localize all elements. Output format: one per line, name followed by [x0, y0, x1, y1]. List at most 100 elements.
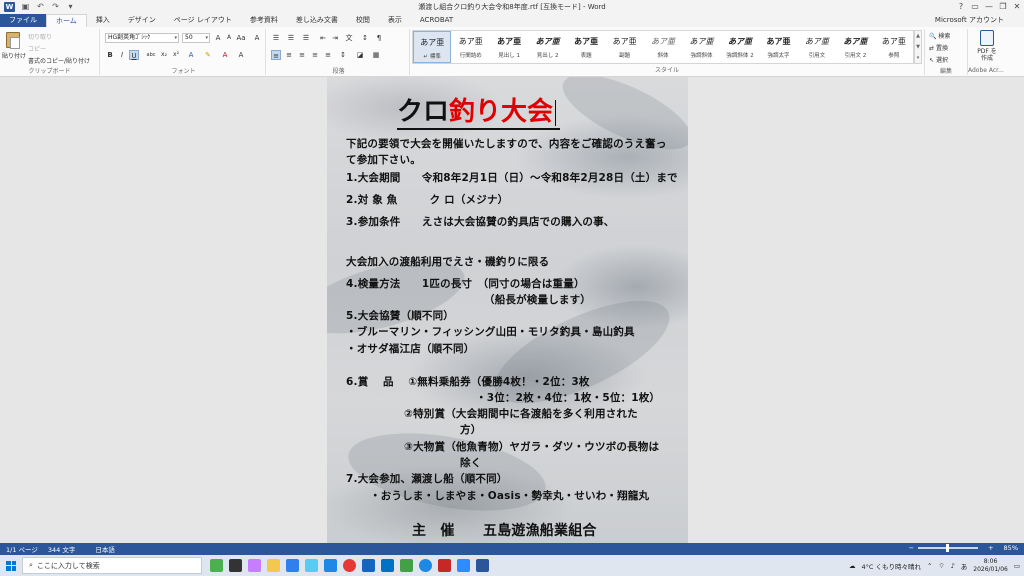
styles-scroll[interactable]: ▲ ▼ ▾	[914, 30, 922, 64]
style-intense-emphasis[interactable]: あア亜 強調斜体	[682, 31, 720, 63]
app-icon[interactable]	[400, 559, 413, 572]
weather-icon[interactable]: ☁	[849, 562, 856, 570]
text-effects-icon[interactable]: A	[186, 50, 196, 60]
tab-home[interactable]: ホーム	[46, 14, 87, 27]
zoom-slider[interactable]	[918, 544, 979, 552]
replace-button[interactable]: ⇄ 置換	[929, 43, 948, 52]
app-icon[interactable]	[343, 559, 356, 572]
style-subtitle[interactable]: あア亜 副題	[605, 31, 643, 63]
grow-font-icon[interactable]: A	[213, 33, 223, 43]
undo-icon[interactable]: ↶	[36, 2, 45, 11]
style-heading-1[interactable]: あア亜 見出し 1	[490, 31, 528, 63]
weather-text[interactable]: 4°C くもり時々晴れ	[862, 561, 922, 571]
account-link[interactable]: Microsoft アカウント	[935, 15, 1004, 25]
notification-icon[interactable]: ▭	[1014, 562, 1020, 570]
app-icon[interactable]	[362, 559, 375, 572]
tab-insert[interactable]: 挿入	[87, 14, 119, 27]
clock[interactable]: 8:06 2026/01/06	[973, 558, 1008, 574]
format-painter-button[interactable]: 書式のコピー/貼り付け	[28, 56, 90, 65]
pdf-icon[interactable]	[980, 30, 994, 46]
tab-references[interactable]: 参考資料	[241, 14, 287, 27]
strikethrough-icon[interactable]: abc	[146, 50, 156, 60]
clear-formatting-icon[interactable]: A	[252, 33, 262, 43]
task-view-icon[interactable]	[229, 559, 242, 572]
font-name-combo[interactable]: HG創英角ｺﾞｼｯｸ ▾	[105, 33, 179, 43]
style-intense-emphasis-2[interactable]: あア亜 強調斜体 2	[721, 31, 759, 63]
zoom-out-icon[interactable]: −	[909, 544, 914, 552]
document-page[interactable]: クロ釣り大会 下記の要領で大会を開催いたしますので、内容をご確認のうえ奮っ て参…	[327, 77, 688, 543]
style-title[interactable]: あア亜 表題	[567, 31, 605, 63]
increase-indent-icon[interactable]: ⇥	[330, 33, 340, 43]
minimize-button[interactable]: —	[982, 0, 996, 13]
language[interactable]: 日本語	[95, 544, 115, 554]
volume-icon[interactable]: ♪	[951, 562, 955, 570]
distributed-icon[interactable]: ≡	[323, 50, 333, 60]
start-button[interactable]	[0, 555, 22, 576]
align-center-icon[interactable]: ≡	[284, 50, 294, 60]
justify-icon[interactable]: ≡	[310, 50, 320, 60]
tab-view[interactable]: 表示	[379, 14, 411, 27]
tray-arrow-icon[interactable]: ⌃	[927, 562, 932, 570]
create-pdf-button[interactable]: PDF を作成	[976, 48, 998, 62]
copy-button[interactable]: コピー	[28, 44, 46, 53]
word-count[interactable]: 344 文字	[48, 544, 75, 554]
find-button[interactable]: 🔍 検索	[929, 31, 950, 40]
numbering-icon[interactable]: ☰	[286, 33, 296, 43]
help-button[interactable]: ?	[954, 0, 968, 13]
bold-icon[interactable]: B	[105, 50, 115, 60]
sort-icon[interactable]: ↕	[360, 33, 370, 43]
page-count[interactable]: 1/1 ページ	[6, 544, 38, 554]
tab-file[interactable]: ファイル	[0, 14, 46, 27]
style-emphasis[interactable]: あア亜 斜体	[644, 31, 682, 63]
underline-icon[interactable]: U	[129, 50, 139, 60]
asian-layout-icon[interactable]: 文	[344, 33, 354, 43]
edge-icon[interactable]	[305, 559, 318, 572]
app-icon[interactable]	[324, 559, 337, 572]
zoom-level[interactable]: 85%	[1004, 544, 1018, 552]
copilot-icon[interactable]	[248, 559, 261, 572]
taskbar-search[interactable]: ⌕ ここに入力して検索	[22, 557, 202, 574]
tab-mailings[interactable]: 差し込み文書	[287, 14, 347, 27]
shrink-font-icon[interactable]: A	[224, 33, 234, 43]
shading-icon[interactable]: ◪	[355, 50, 365, 60]
edge-icon[interactable]	[419, 559, 432, 572]
store-icon[interactable]	[286, 559, 299, 572]
multilevel-list-icon[interactable]: ☰	[301, 33, 311, 43]
align-left-icon[interactable]: ≡	[271, 50, 281, 60]
style-strong[interactable]: あア亜 強調太字	[759, 31, 797, 63]
italic-icon[interactable]: I	[117, 50, 127, 60]
app-icon[interactable]	[438, 559, 451, 572]
ribbon-display-button[interactable]: ▭	[968, 0, 982, 13]
customize-qat-icon[interactable]: ▾	[66, 2, 75, 11]
style-reference[interactable]: あア亜 参照	[875, 31, 913, 63]
paste-icon[interactable]	[6, 32, 20, 49]
close-button[interactable]: ✕	[1010, 0, 1024, 13]
widgets-icon[interactable]	[210, 559, 223, 572]
redo-icon[interactable]: ↷	[51, 2, 60, 11]
document-area[interactable]: クロ釣り大会 下記の要領で大会を開催いたしますので、内容をご確認のうえ奮っ て参…	[0, 77, 1024, 543]
zoom-thumb[interactable]	[946, 544, 950, 552]
show-marks-icon[interactable]: ¶	[374, 33, 384, 43]
zoom-in-icon[interactable]: +	[988, 544, 993, 552]
bullets-icon[interactable]: ☰	[271, 33, 281, 43]
change-case-icon[interactable]: Aa	[236, 33, 246, 43]
highlight-icon[interactable]: ✎	[203, 50, 213, 60]
cut-button[interactable]: 切り取り	[28, 32, 52, 41]
word-taskbar-icon[interactable]	[476, 559, 489, 572]
line-spacing-icon[interactable]: ↕	[338, 50, 348, 60]
tab-acrobat[interactable]: ACROBAT	[411, 14, 462, 27]
style-quote-2[interactable]: あア亜 引用文 2	[836, 31, 874, 63]
restore-button[interactable]: ❐	[996, 0, 1010, 13]
style-normal[interactable]: あア亜 ↵ 標準	[413, 31, 452, 63]
decrease-indent-icon[interactable]: ⇤	[318, 33, 328, 43]
paste-button[interactable]: 貼り付け	[2, 51, 26, 60]
select-button[interactable]: ↖ 選択	[929, 55, 948, 64]
style-heading-2[interactable]: あア亜 見出し 2	[528, 31, 566, 63]
tab-page-layout[interactable]: ページ レイアウト	[165, 14, 241, 27]
subscript-icon[interactable]: x₂	[159, 50, 169, 60]
font-size-combo[interactable]: 50 ▾	[182, 33, 210, 43]
zoom-app-icon[interactable]	[457, 559, 470, 572]
tab-review[interactable]: 校閲	[347, 14, 379, 27]
outlook-icon[interactable]	[381, 559, 394, 572]
align-right-icon[interactable]: ≡	[297, 50, 307, 60]
